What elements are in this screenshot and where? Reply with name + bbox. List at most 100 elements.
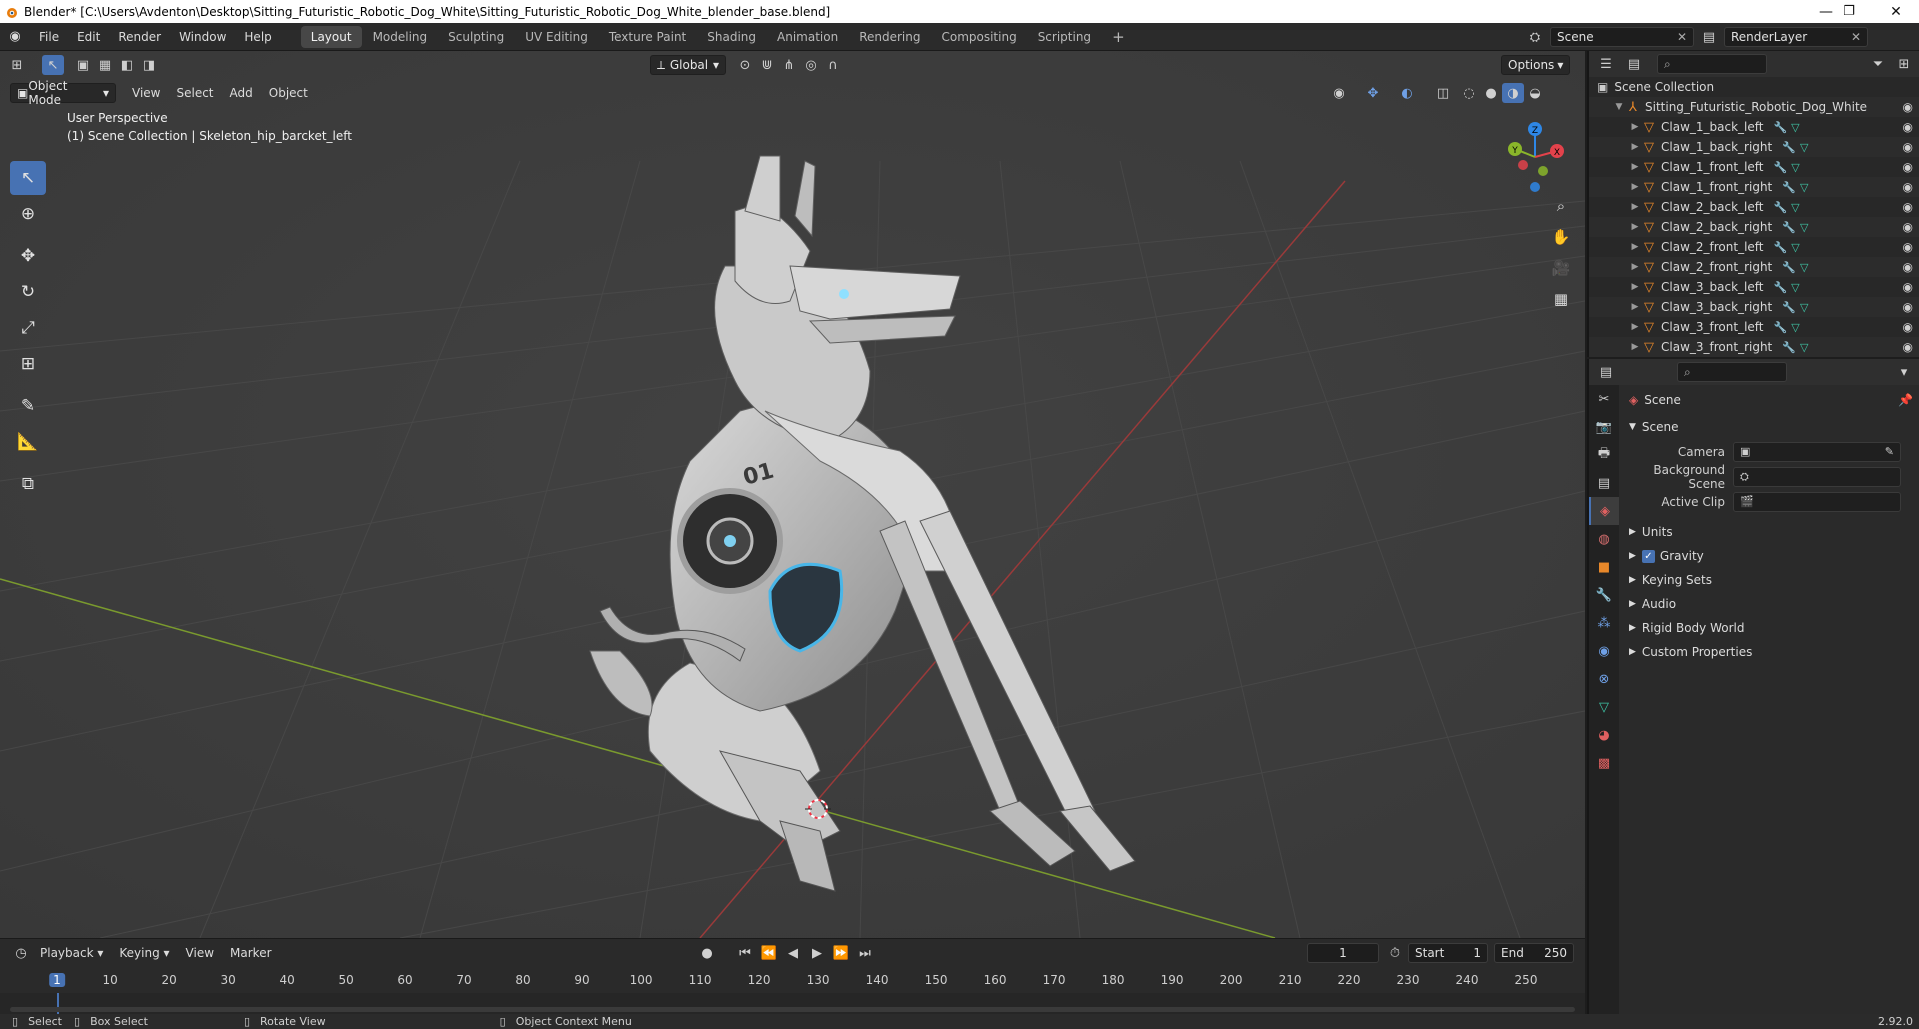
outliner-object-row[interactable]: ▶ ▽ Claw_1_back_right 🔧 ▽ ◉	[1589, 137, 1919, 157]
gravity-checkbox[interactable]: ✓	[1641, 549, 1655, 563]
outliner-object-row[interactable]: ▶ ▽ Claw_1_front_left 🔧 ▽ ◉	[1589, 157, 1919, 177]
mesh-data-icon[interactable]: ▽	[1800, 341, 1808, 354]
expand-icon[interactable]: ▼	[1613, 102, 1625, 112]
timeline-scrollbar[interactable]	[10, 1007, 1575, 1012]
transform-orientation-dropdown[interactable]: ⟂ Global ▾	[650, 55, 726, 75]
expand-icon[interactable]: ▶	[1629, 202, 1641, 212]
custom-properties-panel-header[interactable]: ▶ Custom Properties	[1621, 640, 1919, 664]
visibility-eye-icon[interactable]: ◉	[1903, 200, 1913, 214]
jump-prev-keyframe-icon[interactable]: ⏪	[758, 943, 780, 963]
rotate-tool[interactable]: ↻	[10, 275, 46, 309]
visibility-eye-icon[interactable]: ◉	[1903, 320, 1913, 334]
menu-select[interactable]: Select	[168, 86, 221, 100]
falloff-icon[interactable]: ∩	[822, 55, 844, 75]
modifier-icon[interactable]: 🔧	[1782, 181, 1796, 194]
tool-tab-icon[interactable]: ✂	[1589, 385, 1619, 413]
expand-icon[interactable]: ▶	[1629, 142, 1641, 152]
mesh-data-icon[interactable]: ▽	[1791, 201, 1799, 214]
menu-view[interactable]: View	[178, 946, 222, 960]
visibility-eye-icon[interactable]: ◉	[1903, 300, 1913, 314]
object-tab-icon[interactable]: ■	[1589, 553, 1619, 581]
editor-type-icon[interactable]: ◷	[10, 943, 32, 963]
scene-tab-icon[interactable]: ◈	[1589, 497, 1619, 525]
tab-sculpting[interactable]: Sculpting	[438, 26, 514, 48]
properties-editor[interactable]: ▤ ⌕ ▾ ✂ 📷 🖶 ▤ ◈ ◍ ■ 🔧 ⁂ ◉ ⊗ ▽ ◕ ▩ ◈ Scen…	[1587, 359, 1919, 1014]
units-panel-header[interactable]: ▶ Units	[1621, 520, 1919, 544]
select-box-invert-icon[interactable]: ◨	[138, 55, 160, 75]
editor-type-icon[interactable]: ▤	[1595, 362, 1617, 382]
menu-file[interactable]: File	[30, 23, 68, 51]
constraints-tab-icon[interactable]: ⊗	[1589, 665, 1619, 693]
visibility-eye-icon[interactable]: ◉	[1903, 180, 1913, 194]
outliner-object-row[interactable]: ▶ ▽ Claw_2_back_left 🔧 ▽ ◉	[1589, 197, 1919, 217]
outliner-object-row[interactable]: ▶ ▽ Claw_2_front_left 🔧 ▽ ◉	[1589, 237, 1919, 257]
timeline-track-area[interactable]	[0, 993, 1585, 1015]
visibility-eye-icon[interactable]: ◉	[1903, 260, 1913, 274]
audio-panel-header[interactable]: ▶ Audio	[1621, 592, 1919, 616]
tab-uv-editing[interactable]: UV Editing	[515, 26, 598, 48]
jump-next-keyframe-icon[interactable]: ⏩	[830, 943, 852, 963]
xray-toggle-icon[interactable]: ◫	[1432, 83, 1454, 103]
visibility-eye-icon[interactable]: ◉	[1903, 160, 1913, 174]
expand-icon[interactable]: ▶	[1629, 342, 1641, 352]
mesh-data-icon[interactable]: ▽	[1791, 281, 1799, 294]
background-scene-field[interactable]: ⛭	[1733, 466, 1901, 487]
mesh-data-icon[interactable]: ▽	[1791, 241, 1799, 254]
gravity-panel-header[interactable]: ▶ ✓ Gravity	[1621, 544, 1919, 568]
view-layer-selector[interactable]: RenderLayer ✕	[1724, 27, 1868, 47]
output-tab-icon[interactable]: 🖶	[1589, 441, 1619, 469]
menu-marker[interactable]: Marker	[222, 946, 279, 960]
shading-rendered-icon[interactable]: ◒	[1524, 83, 1546, 103]
mesh-data-icon[interactable]: ▽	[1800, 181, 1808, 194]
close-icon[interactable]: ✕	[1677, 30, 1687, 44]
snap-target-icon[interactable]: ⋔	[778, 55, 800, 75]
view-layer-icon[interactable]: ▤	[1698, 27, 1720, 47]
visibility-eye-icon[interactable]: ◉	[1903, 280, 1913, 294]
play-icon[interactable]: ▶	[806, 943, 828, 963]
shading-material-icon[interactable]: ◑	[1502, 83, 1524, 103]
menu-add[interactable]: Add	[222, 86, 261, 100]
keying-menu[interactable]: Keying ▾	[111, 946, 177, 960]
modifier-icon[interactable]: 🔧	[1782, 141, 1796, 154]
mesh-data-icon[interactable]: ▽	[1800, 221, 1808, 234]
material-tab-icon[interactable]: ◕	[1589, 721, 1619, 749]
neg-y-axis-handle[interactable]	[1538, 166, 1548, 176]
modifier-tab-icon[interactable]: 🔧	[1589, 581, 1619, 609]
mesh-data-icon[interactable]: ▽	[1800, 301, 1808, 314]
pin-icon[interactable]: 📌	[1898, 393, 1913, 407]
rigid-body-world-panel-header[interactable]: ▶ Rigid Body World	[1621, 616, 1919, 640]
camera-view-icon[interactable]: 🎥	[1548, 255, 1574, 281]
menu-render[interactable]: Render	[109, 23, 170, 51]
neg-z-axis-handle[interactable]	[1530, 182, 1540, 192]
visibility-eye-icon[interactable]: ◉	[1903, 220, 1913, 234]
outliner-object-row[interactable]: ▶ ▽ Claw_3_front_left 🔧 ▽ ◉	[1589, 317, 1919, 337]
zoom-icon[interactable]: ⌕	[1548, 193, 1574, 219]
tab-shading[interactable]: Shading	[697, 26, 766, 48]
outliner-object-row[interactable]: ▶ ▽ Claw_1_front_right 🔧 ▽ ◉	[1589, 177, 1919, 197]
snap-icon[interactable]: ⋓	[756, 55, 778, 75]
playback-menu[interactable]: Playback ▾	[32, 946, 111, 960]
pan-hand-icon[interactable]: ✋	[1548, 224, 1574, 250]
close-icon[interactable]: ✕	[1851, 30, 1861, 44]
outliner[interactable]: ☰ ▤ ⌕ ⏷ ⊞ ▣ Scene Collection ▼ ⅄ Sitting…	[1587, 51, 1919, 357]
select-box-extend-icon[interactable]: ▦	[94, 55, 116, 75]
overlay-toggle-icon[interactable]: ◐	[1396, 83, 1418, 103]
outliner-object-row[interactable]: ▶ ▽ Claw_3_back_right 🔧 ▽ ◉	[1589, 297, 1919, 317]
expand-icon[interactable]: ▶	[1629, 162, 1641, 172]
play-reverse-icon[interactable]: ◀	[782, 943, 804, 963]
scene-icon[interactable]: ⛭	[1524, 27, 1546, 47]
menu-help[interactable]: Help	[235, 23, 280, 51]
camera-field[interactable]: ▣ ✎	[1733, 441, 1901, 462]
chevron-down-icon[interactable]: ▾	[1893, 362, 1915, 382]
visibility-eye-icon[interactable]: ◉	[1903, 100, 1913, 114]
tab-animation[interactable]: Animation	[767, 26, 848, 48]
particles-tab-icon[interactable]: ⁂	[1589, 609, 1619, 637]
menu-edit[interactable]: Edit	[68, 23, 109, 51]
eyedropper-icon[interactable]: ✎	[1885, 445, 1894, 458]
scene-selector[interactable]: Scene ✕	[1550, 27, 1694, 47]
physics-tab-icon[interactable]: ◉	[1589, 637, 1619, 665]
mesh-data-icon[interactable]: ▽	[1791, 321, 1799, 334]
options-dropdown[interactable]: Options ▾	[1501, 55, 1571, 75]
annotate-tool[interactable]: ✎	[10, 389, 46, 423]
tab-layout[interactable]: Layout	[300, 25, 362, 48]
